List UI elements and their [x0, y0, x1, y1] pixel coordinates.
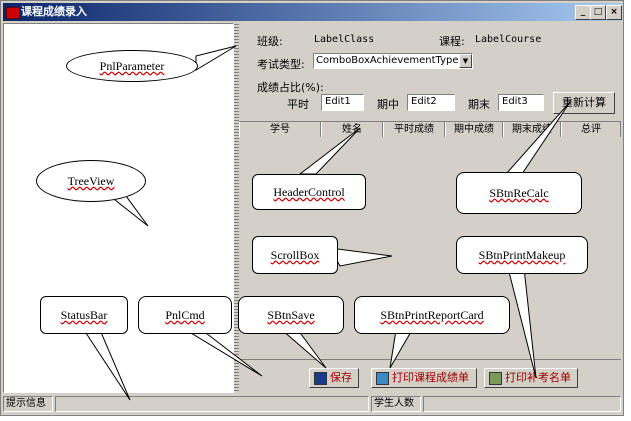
app-icon	[6, 7, 20, 19]
callout-headercontrol: HeaderControl	[252, 174, 366, 210]
class-label: 班级:	[257, 35, 283, 48]
save-button[interactable]: 保存	[309, 368, 359, 388]
maximize-button[interactable]: □	[590, 5, 606, 20]
close-button[interactable]: ×	[606, 5, 622, 20]
midterm-ratio-input[interactable]: Edit2	[407, 94, 455, 111]
status-hint: 提示信息	[3, 396, 53, 412]
status-students: 学生人数	[371, 396, 421, 412]
midterm-label: 期中	[377, 98, 399, 111]
callout-pnlcmd: PnlCmd	[138, 296, 232, 334]
header-control: 学号 姓名 平时成绩 期中成绩 期末成绩 总评	[239, 121, 621, 138]
header-col-midterm[interactable]: 期中成绩	[445, 122, 503, 137]
status-bar: 提示信息 学生人数	[3, 395, 621, 413]
minimize-button[interactable]: _	[575, 5, 591, 20]
callout-statusbar: StatusBar	[40, 296, 128, 334]
exam-type-value: ComboBoxAchievementType	[316, 55, 459, 66]
title-bar[interactable]: 课程成绩录入 _ □ ×	[3, 3, 622, 21]
header-col-regular[interactable]: 平时成绩	[383, 122, 445, 137]
command-panel: 保存 打印课程成绩单 打印补考名单	[239, 359, 621, 394]
status-students-count	[423, 396, 621, 412]
callout-scrollbox: ScrollBox	[252, 236, 338, 274]
callout-sbtnprintmakeup: SBtnPrintMakeup	[456, 236, 588, 274]
callout-pnlparameter: PnlParameter	[66, 50, 198, 82]
print-report-card-button[interactable]: 打印课程成绩单	[371, 368, 477, 388]
save-label: 保存	[330, 371, 352, 384]
callout-sbtnsave: SBtnSave	[238, 296, 344, 334]
header-col-student-id[interactable]: 学号	[239, 122, 321, 137]
exam-type-combobox[interactable]: ComboBoxAchievementType ▼	[313, 53, 473, 69]
recalc-button[interactable]: 重新计算	[553, 92, 615, 114]
callout-sbtnprintreport: SBtnPrintReportCard	[354, 296, 510, 334]
exam-type-label: 考试类型:	[257, 58, 305, 71]
regular-ratio-input[interactable]: Edit1	[321, 94, 364, 111]
course-label: 课程:	[439, 35, 465, 48]
header-col-name[interactable]: 姓名	[321, 122, 383, 137]
chevron-down-icon[interactable]: ▼	[459, 54, 472, 68]
callout-treeview: TreeView	[36, 160, 146, 202]
save-icon	[314, 372, 327, 385]
regular-label: 平时	[287, 98, 309, 111]
ratio-label: 成绩占比(%):	[257, 81, 324, 94]
status-blank	[55, 396, 369, 412]
window-title: 课程成绩录入	[21, 5, 87, 18]
print-makeup-label: 打印补考名单	[505, 371, 571, 384]
print-report-label: 打印课程成绩单	[392, 371, 469, 384]
print-icon	[489, 372, 502, 385]
course-value: LabelCourse	[475, 34, 542, 45]
parameter-panel: 班级: LabelClass 课程: LabelCourse 考试类型: Com…	[239, 23, 621, 119]
document-icon	[376, 372, 389, 385]
callout-sbtnrecalc: SBtnReCalc	[456, 172, 582, 214]
final-ratio-input[interactable]: Edit3	[498, 94, 544, 111]
class-value: LabelClass	[314, 34, 375, 45]
header-col-total[interactable]: 总评	[561, 122, 621, 137]
print-makeup-button[interactable]: 打印补考名单	[484, 368, 578, 388]
header-col-final[interactable]: 期末成绩	[503, 122, 561, 137]
final-label: 期末	[468, 98, 490, 111]
